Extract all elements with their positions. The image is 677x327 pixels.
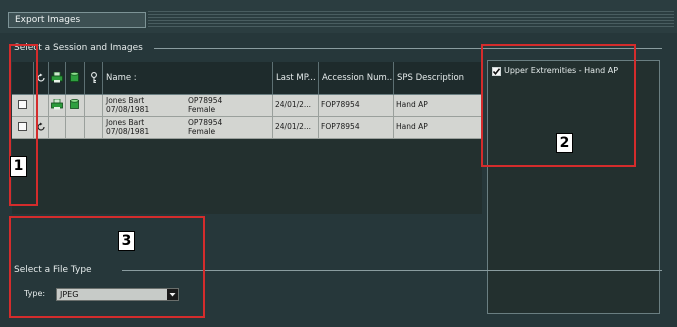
accession-cell: FOP78954: [319, 117, 394, 138]
header-printer-column[interactable]: [49, 62, 66, 94]
row-key-cell: [85, 117, 103, 138]
last-mp-cell: 24/01/2...: [273, 95, 319, 116]
sps-description-cell: Hand AP: [396, 100, 428, 109]
header-last-mp[interactable]: Last MP...: [273, 62, 319, 94]
printer-icon: [51, 72, 63, 83]
header-name[interactable]: Name :: [103, 62, 273, 94]
database-icon[interactable]: [70, 99, 79, 110]
row-key-cell: [85, 95, 103, 116]
row-database-cell: [66, 117, 85, 138]
name-cell: Jones Bart 07/08/1981 OP78954 Female: [103, 95, 273, 116]
grid-header: Name : Last MP... Accession Num... SPS D…: [12, 62, 482, 95]
table-row[interactable]: Jones Bart 07/08/1981 OP78954 Female 24/…: [12, 95, 482, 117]
header-key-column[interactable]: [85, 62, 103, 94]
printer-icon[interactable]: [51, 99, 63, 110]
title-bar-decoration: [148, 11, 674, 29]
header-database-column[interactable]: [66, 62, 85, 94]
patient-id: OP78954: [188, 96, 223, 105]
patient-dob: 07/08/1981: [106, 127, 150, 136]
patient-id: OP78954: [188, 118, 223, 127]
patient-name: Jones Bart: [106, 96, 145, 105]
row-database-cell: [66, 95, 85, 116]
patient-dob: 07/08/1981: [106, 105, 150, 114]
key-icon: [91, 72, 97, 83]
annotation-number-1: 1: [10, 156, 27, 177]
header-accession[interactable]: Accession Num...: [319, 62, 394, 94]
header-sps-description[interactable]: SPS Description: [394, 62, 482, 94]
window-title: Export Images: [8, 12, 146, 28]
row-printer-cell: [49, 117, 66, 138]
patient-sex: Female: [188, 127, 216, 136]
last-mp-cell: 24/01/2...: [273, 117, 319, 138]
accession-cell: FOP78954: [319, 95, 394, 116]
name-cell: Jones Bart 07/08/1981 OP78954 Female: [103, 117, 273, 138]
table-row[interactable]: Jones Bart 07/08/1981 OP78954 Female 24/…: [12, 117, 482, 139]
patient-name: Jones Bart: [106, 118, 145, 127]
sps-description-cell: Hand AP: [396, 122, 428, 131]
annotation-box-1: [9, 44, 38, 206]
annotation-number-2: 2: [556, 133, 573, 153]
database-icon: [70, 72, 79, 82]
patient-sex: Female: [188, 105, 216, 114]
row-printer-cell: [49, 95, 66, 116]
annotation-box-3: [9, 216, 205, 318]
annotation-number-3: 3: [118, 231, 135, 251]
